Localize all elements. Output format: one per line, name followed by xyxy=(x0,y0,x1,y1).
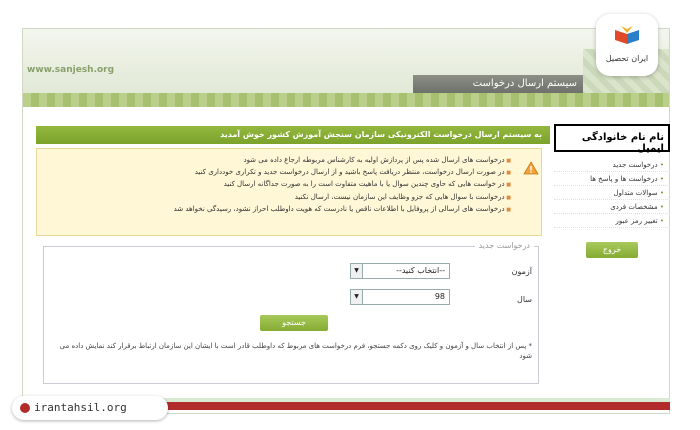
sidebar-item-change-password[interactable]: تغییر رمز عبور xyxy=(554,214,670,228)
year-select[interactable]: ▼ 98 xyxy=(350,289,450,305)
notice-item: در خواست هایی که حاوی چندین سوال یا با م… xyxy=(91,179,511,191)
form-legend: درخواست جدید xyxy=(474,241,534,250)
year-select-value: 98 xyxy=(434,292,445,301)
exam-label: آزمون xyxy=(511,267,532,276)
notice-item: درخواست های ارسال شده پس از پردازش اولیه… xyxy=(91,155,511,167)
site-header: www.sanjesh.org سیستم ارسال درخواست xyxy=(23,29,669,107)
site-url[interactable]: www.sanjesh.org xyxy=(27,65,114,75)
search-button[interactable]: جستجو xyxy=(260,315,328,331)
notice-item: درخواست با سوال هایی که جزو وظایف این سا… xyxy=(91,192,511,204)
year-label: سال xyxy=(517,295,532,304)
footer-site-text: irantahsil.org xyxy=(34,401,127,414)
book-icon xyxy=(615,26,639,44)
header-title: سیستم ارسال درخواست xyxy=(413,75,583,93)
sidebar-item-requests[interactable]: درخواست ها و پاسخ ها xyxy=(554,172,670,186)
user-sidebar: نام نام خانوادگی ایمیل درخواست جدید درخو… xyxy=(554,124,670,258)
sidebar-menu: درخواست جدید درخواست ها و پاسخ ها سوالات… xyxy=(554,158,670,228)
warning-icon xyxy=(523,161,539,175)
user-name-header: نام نام خانوادگی ایمیل xyxy=(554,124,670,154)
chevron-down-icon: ▼ xyxy=(351,264,363,278)
logout-button[interactable]: خروج xyxy=(586,242,638,258)
sidebar-item-new-request[interactable]: درخواست جدید xyxy=(554,158,670,172)
globe-icon xyxy=(20,403,30,413)
form-hint: * پس از انتخاب سال و آزمون و کلیک روی دک… xyxy=(59,342,532,360)
sidebar-item-faq[interactable]: سوالات متداول xyxy=(554,186,670,200)
chevron-down-icon: ▼ xyxy=(351,290,363,304)
new-request-form: درخواست جدید آزمون ▼ --انتخاب کنید-- سال… xyxy=(43,241,539,384)
irantahsil-logo: ایران تحصیل xyxy=(596,14,658,76)
logo-label: ایران تحصیل xyxy=(605,54,649,63)
notice-box: درخواست های ارسال شده پس از پردازش اولیه… xyxy=(36,148,542,236)
notice-item: در صورت ارسال درخواست، منتظر دریافت پاسخ… xyxy=(91,167,511,179)
welcome-banner: به سیستم ارسال درخواست الکترونیکی سازمان… xyxy=(36,126,550,144)
exam-select[interactable]: ▼ --انتخاب کنید-- xyxy=(350,263,450,279)
sidebar-item-profile[interactable]: مشخصات فردی xyxy=(554,200,670,214)
notice-list: درخواست های ارسال شده پس از پردازش اولیه… xyxy=(91,155,511,216)
notice-item: درخواست های ارسالی از پروفایل با اطلاعات… xyxy=(91,204,511,216)
exam-select-value: --انتخاب کنید-- xyxy=(396,266,445,275)
site-watermark: irantahsil.org xyxy=(12,396,168,420)
header-stripe xyxy=(23,93,669,107)
